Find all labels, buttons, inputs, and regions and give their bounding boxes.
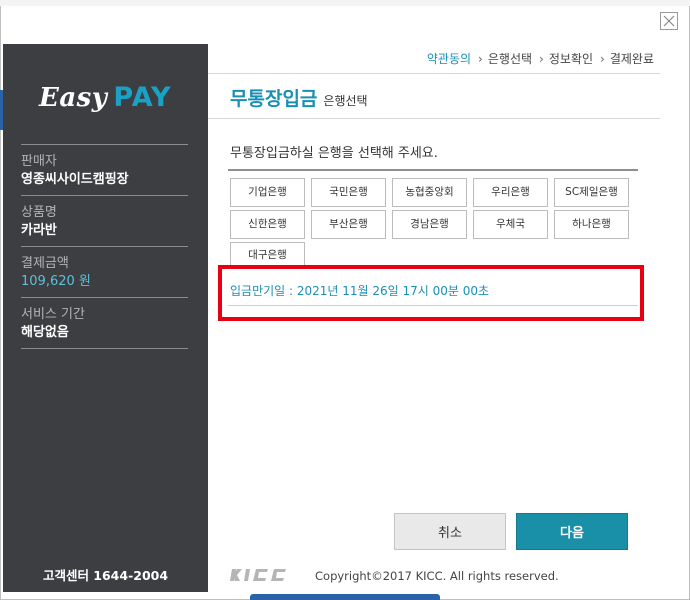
bank-button-sc[interactable]: SC제일은행	[554, 178, 629, 207]
bank-button-woori[interactable]: 우리은행	[473, 178, 548, 207]
step-complete: 결제완료	[610, 50, 654, 67]
seller-info: 판매자 영종씨사이드캠핑장	[21, 144, 188, 189]
amount-value: 109,620 원	[21, 274, 91, 289]
bank-button-kb[interactable]: 국민은행	[311, 178, 386, 207]
bank-button-ibk[interactable]: 기업은행	[230, 178, 305, 207]
product-value: 카라반	[21, 223, 57, 238]
close-button[interactable]	[660, 12, 678, 30]
chevron-right-icon: ›	[600, 51, 605, 66]
instruction-text: 무통장입금하실 은행을 선택해 주세요.	[230, 146, 438, 161]
cancel-button[interactable]: 취소	[394, 513, 506, 550]
bank-button-shinhan[interactable]: 신한은행	[230, 210, 305, 239]
copyright-text: Copyright©2017 KICC. All rights reserved…	[315, 569, 559, 583]
amount-label: 결제금액	[21, 256, 69, 271]
step-label: 약관동의	[426, 52, 472, 66]
sidebar: Easy PAY 판매자 영종씨사이드캠핑장 상품명 카라반 결제금액 109,…	[3, 44, 208, 592]
seller-label: 판매자	[21, 154, 57, 169]
chevron-right-icon: ›	[539, 51, 544, 66]
bank-button-busan[interactable]: 부산은행	[311, 210, 386, 239]
logo-easy-text: Easy	[39, 83, 108, 113]
bank-button-kyongnam[interactable]: 경남은행	[392, 210, 467, 239]
step-terms: 약관동의	[427, 50, 471, 67]
chevron-right-icon: ›	[478, 51, 483, 66]
service-period-value: 해당없음	[21, 325, 69, 340]
seller-value: 영종씨사이드캠핑장	[21, 172, 129, 187]
next-button[interactable]: 다음	[516, 513, 628, 550]
step-label: 정보확인	[548, 52, 594, 66]
background-strip	[0, 0, 690, 6]
bank-button-hana[interactable]: 하나은행	[554, 210, 629, 239]
kicc-logo	[230, 568, 296, 582]
step-label: 결제완료	[609, 52, 654, 66]
logo-pay-text: PAY	[113, 82, 172, 113]
page-subtitle: 은행선택	[323, 94, 368, 108]
step-bank-select: 은행선택	[488, 50, 532, 67]
service-period-info: 서비스 기간 해당없음	[21, 297, 188, 342]
title-divider	[208, 118, 660, 119]
customer-center: 고객센터 1644-2004	[42, 568, 169, 583]
highlight-annotation	[218, 265, 644, 321]
step-confirm: 정보확인	[549, 50, 593, 67]
easypay-logo: Easy PAY	[39, 82, 172, 113]
bank-button-post[interactable]: 우체국	[473, 210, 548, 239]
kicc-logo-icon	[230, 569, 286, 581]
product-info: 상품명 카라반	[21, 195, 188, 240]
bank-divider	[228, 169, 638, 171]
background-page-hint	[250, 594, 440, 600]
step-breadcrumb: 약관동의 › 은행선택 › 정보확인 › 결제완료	[208, 44, 660, 74]
step-label: 은행선택	[487, 52, 533, 66]
page-title: 무통장입금 은행선택	[230, 84, 368, 111]
info-divider	[21, 348, 188, 349]
service-period-label: 서비스 기간	[21, 307, 85, 322]
close-icon	[663, 15, 675, 27]
page-title-text: 무통장입금	[230, 88, 318, 110]
amount-info: 결제금액 109,620 원	[21, 246, 188, 291]
product-label: 상품명	[21, 205, 57, 220]
bank-button-nh[interactable]: 농협중앙회	[392, 178, 467, 207]
